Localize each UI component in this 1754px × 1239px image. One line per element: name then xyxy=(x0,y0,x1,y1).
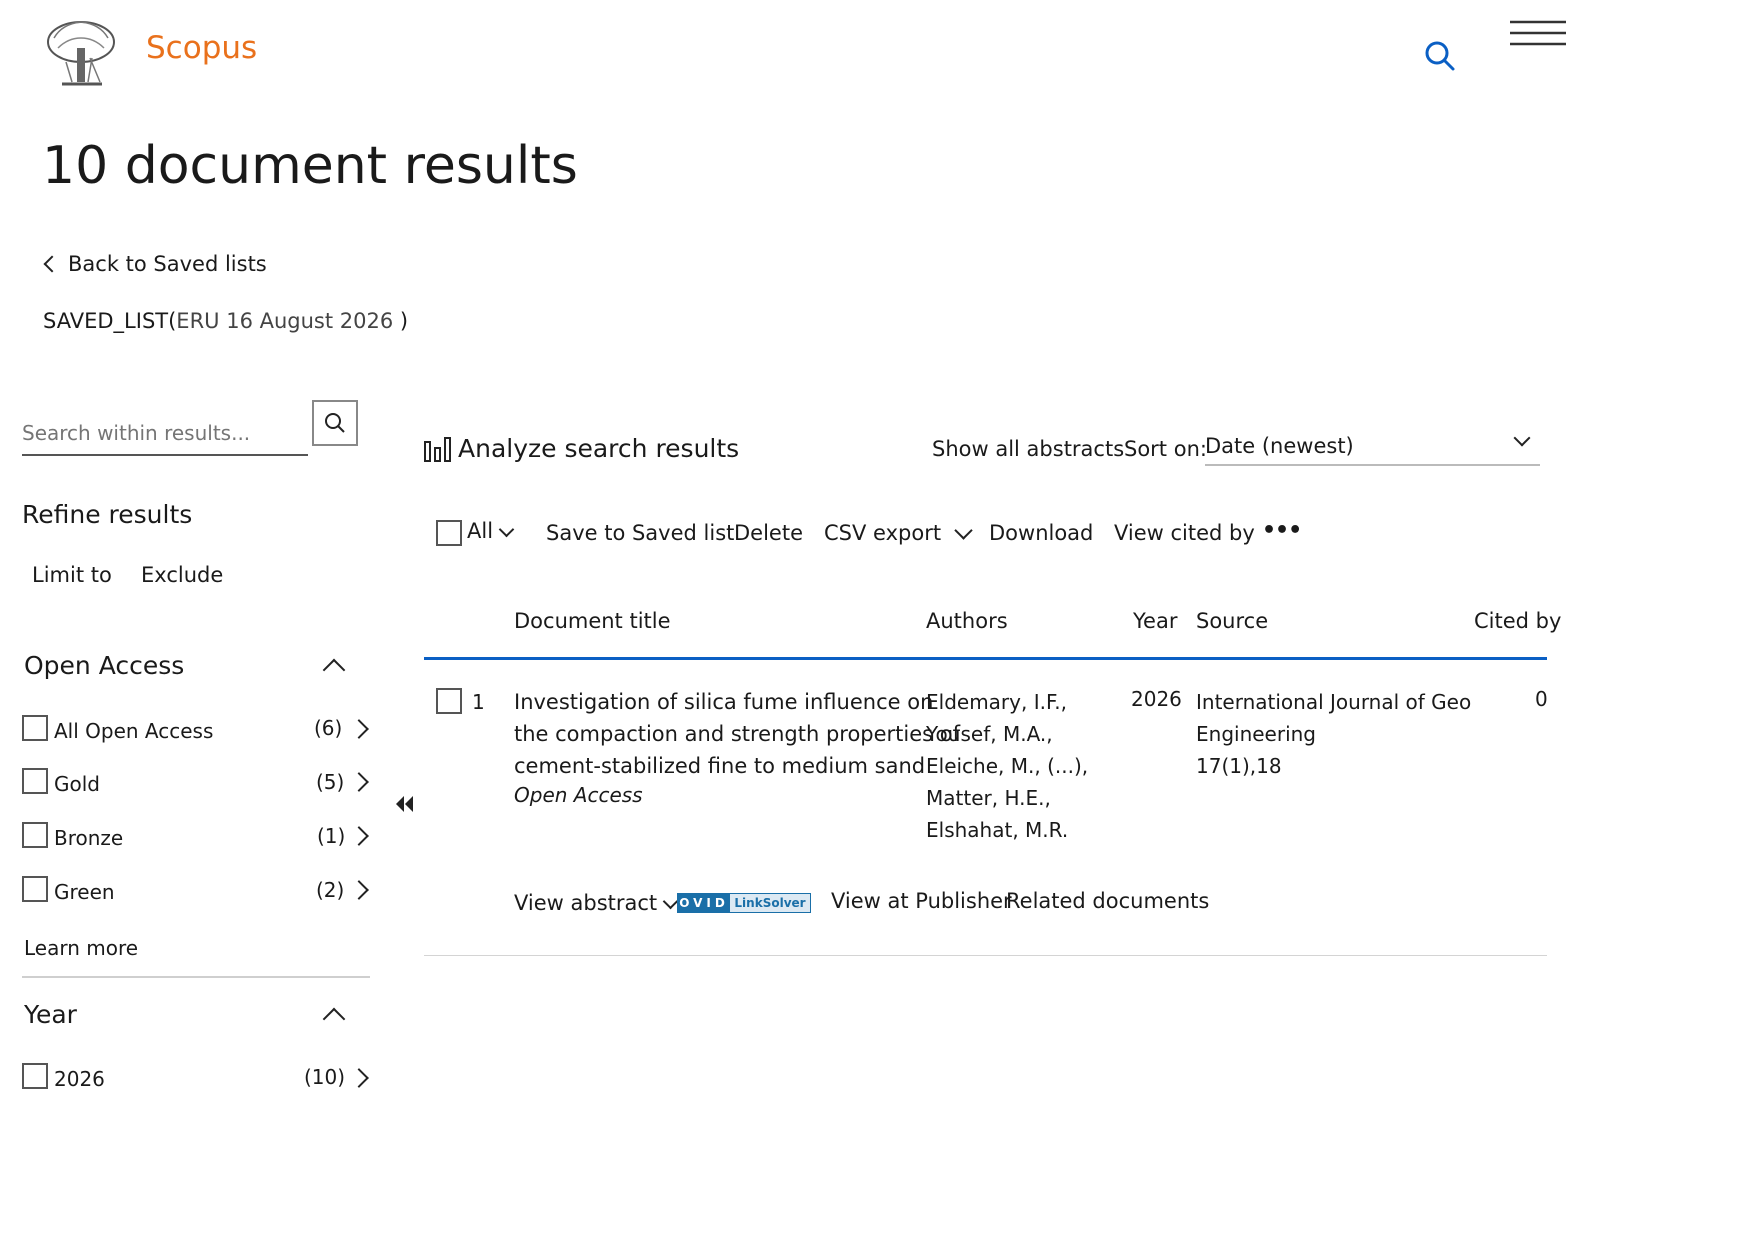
facet-checkbox-all-open-access[interactable] xyxy=(22,715,48,741)
brand-name[interactable]: Scopus xyxy=(146,30,257,66)
document-title-line: the compaction and strength properties o… xyxy=(514,722,961,746)
chevron-down-icon xyxy=(954,520,973,540)
author-link[interactable]: Yousef, M.A., xyxy=(926,718,1088,750)
view-abstract-button[interactable]: View abstract xyxy=(514,891,679,915)
source-volume: 17(1),18 xyxy=(1196,754,1282,778)
facet-checkbox-bronze[interactable] xyxy=(22,822,48,848)
row-checkbox[interactable] xyxy=(436,688,462,714)
search-icon[interactable] xyxy=(1424,40,1456,72)
select-all-checkbox[interactable] xyxy=(436,520,462,546)
column-header-cited-by[interactable]: Cited by xyxy=(1474,609,1561,633)
csv-export-button[interactable]: CSV export xyxy=(824,520,973,545)
facet-divider xyxy=(22,976,370,978)
author-link[interactable]: Eldemary, I.F., xyxy=(926,686,1088,718)
related-documents-link[interactable]: Related documents xyxy=(1006,889,1209,913)
save-to-saved-list-button[interactable]: Save to Saved list xyxy=(546,521,734,545)
facet-label: All Open Access xyxy=(54,719,214,743)
csv-export-label: CSV export xyxy=(824,521,942,545)
author-link[interactable]: Elshahat, M.R. xyxy=(926,814,1088,846)
back-to-saved-lists-link[interactable]: Back to Saved lists xyxy=(42,252,267,276)
sort-select-value: Date (newest) xyxy=(1205,434,1354,458)
chevron-right-icon[interactable] xyxy=(349,1068,369,1088)
hamburger-menu-icon[interactable] xyxy=(1510,20,1566,46)
document-title-line: cement-stabilized fine to medium sand xyxy=(514,754,926,778)
limit-to-button[interactable]: Limit to xyxy=(32,563,112,587)
chevron-right-icon[interactable] xyxy=(349,826,369,846)
exclude-button[interactable]: Exclude xyxy=(141,563,223,587)
facet-checkbox-gold[interactable] xyxy=(22,768,48,794)
source-link[interactable]: International Journal of Geo xyxy=(1196,686,1471,718)
select-all-label: All xyxy=(467,519,494,543)
document-title-link[interactable]: Investigation of silica fume influence o… xyxy=(514,686,960,782)
view-abstract-label: View abstract xyxy=(514,891,658,915)
row-divider xyxy=(424,955,1547,956)
table-header-divider xyxy=(424,657,1547,660)
elsevier-tree-logo xyxy=(44,18,118,88)
column-header-year[interactable]: Year xyxy=(1133,609,1177,633)
chevron-up-icon[interactable] xyxy=(322,1007,346,1031)
author-link[interactable]: Eleiche, M., (...), xyxy=(926,750,1088,782)
saved-list-name: ERU 16 August 2026 xyxy=(176,309,394,333)
sort-label: Sort on: xyxy=(1124,437,1207,461)
chevron-right-icon[interactable] xyxy=(349,772,369,792)
facet-count: (6) xyxy=(314,716,343,740)
back-link-label: Back to Saved lists xyxy=(68,252,267,276)
view-cited-by-button[interactable]: View cited by xyxy=(1114,521,1255,545)
open-access-label: Open Access xyxy=(514,783,643,807)
search-within-input[interactable] xyxy=(22,412,308,456)
document-title-line: Investigation of silica fume influence o… xyxy=(514,690,934,714)
column-header-authors[interactable]: Authors xyxy=(926,609,1008,633)
analyze-search-results-button[interactable]: Analyze search results xyxy=(424,434,739,463)
collapse-sidebar-icon[interactable] xyxy=(394,794,416,814)
facet-label: Gold xyxy=(54,772,100,796)
chevron-down-icon xyxy=(498,521,515,537)
learn-more-link[interactable]: Learn more xyxy=(24,936,138,960)
select-all-dropdown[interactable]: All xyxy=(467,519,515,543)
column-header-title[interactable]: Document title xyxy=(514,609,671,633)
saved-list-prefix: SAVED_LIST( xyxy=(43,309,177,333)
facet-checkbox-green[interactable] xyxy=(22,876,48,902)
facet-count: (5) xyxy=(316,770,345,794)
facet-label: Bronze xyxy=(54,826,124,850)
saved-list-suffix: ) xyxy=(399,309,409,333)
bar-chart-icon xyxy=(424,436,451,462)
cited-by-cell: 0 xyxy=(1535,687,1548,711)
facet-checkbox-2026[interactable] xyxy=(22,1063,48,1089)
facet-count: (2) xyxy=(316,878,345,902)
sort-select[interactable]: Date (newest) xyxy=(1205,428,1540,466)
more-options-icon[interactable]: ••• xyxy=(1262,518,1302,543)
linksolver-logo-text: LinkSolver xyxy=(730,894,810,912)
elsevier-logo[interactable] xyxy=(44,18,118,88)
facet-count: (1) xyxy=(317,824,346,848)
column-header-source[interactable]: Source xyxy=(1196,609,1268,633)
author-link[interactable]: Matter, H.E., xyxy=(926,782,1088,814)
chevron-right-icon[interactable] xyxy=(349,880,369,900)
analyze-label: Analyze search results xyxy=(458,434,740,463)
saved-list-label: SAVED_LIST(ERU 16 August 2026 ) xyxy=(43,309,408,333)
source-link[interactable]: Engineering xyxy=(1196,718,1471,750)
view-at-publisher-link[interactable]: View at Publisher xyxy=(831,889,1012,913)
chevron-down-icon xyxy=(1513,429,1531,447)
row-index: 1 xyxy=(472,690,485,714)
facet-count: (10) xyxy=(304,1065,346,1089)
authors-cell: Eldemary, I.F., Yousef, M.A., Eleiche, M… xyxy=(926,686,1088,846)
year-cell: 2026 xyxy=(1131,687,1182,711)
magnifier-icon xyxy=(325,413,345,433)
ovid-logo-text: OVID xyxy=(678,894,730,912)
show-all-abstracts-button[interactable]: Show all abstracts xyxy=(932,437,1124,461)
chevron-right-icon[interactable] xyxy=(349,719,369,739)
ovid-linksolver-button[interactable]: OVID LinkSolver xyxy=(677,893,811,913)
chevron-up-icon[interactable] xyxy=(322,658,346,682)
year-heading[interactable]: Year xyxy=(24,1000,77,1029)
search-within-button[interactable] xyxy=(312,400,358,446)
facet-label: 2026 xyxy=(54,1067,105,1091)
delete-button[interactable]: Delete xyxy=(734,521,803,545)
download-button[interactable]: Download xyxy=(989,521,1093,545)
source-cell: International Journal of Geo Engineering… xyxy=(1196,686,1471,782)
refine-results-heading: Refine results xyxy=(22,500,193,529)
chevron-left-icon xyxy=(43,255,61,273)
facet-label: Green xyxy=(54,880,115,904)
page-title: 10 document results xyxy=(42,136,578,196)
open-access-heading[interactable]: Open Access xyxy=(24,651,184,680)
